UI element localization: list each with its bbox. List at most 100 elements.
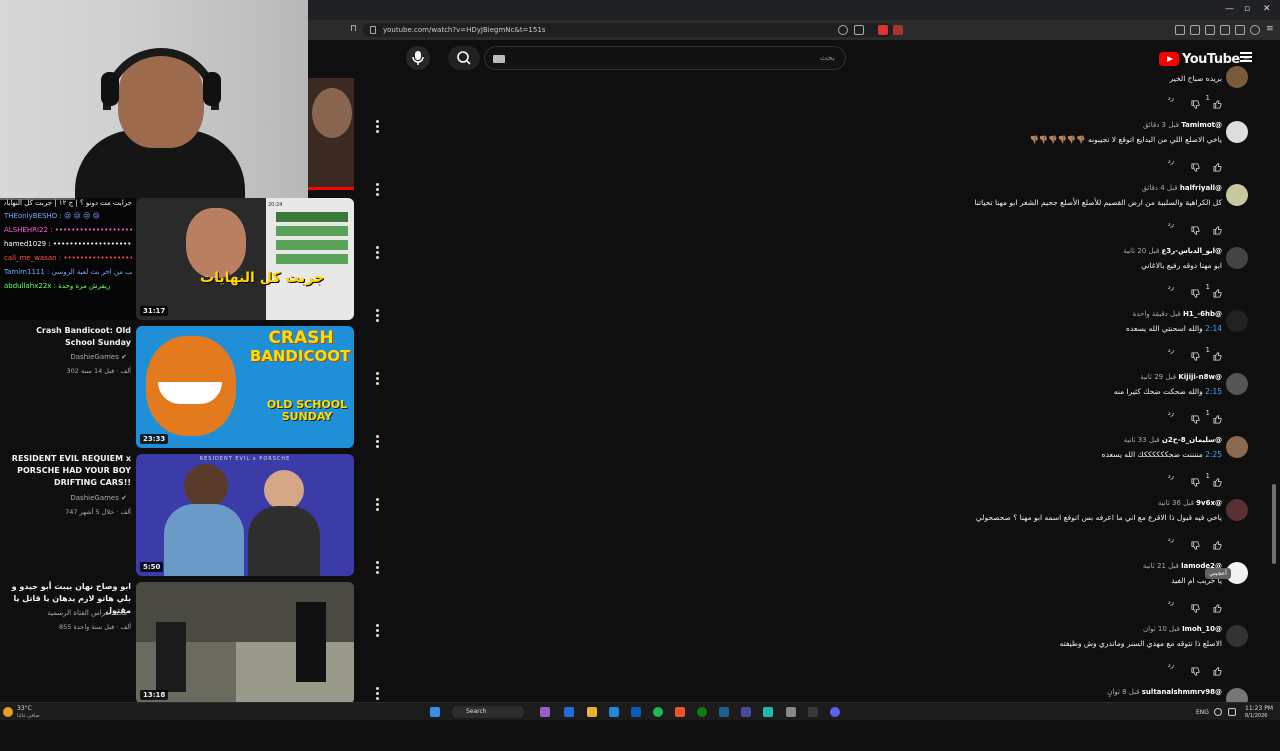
- more-actions-icon[interactable]: [376, 183, 379, 198]
- dislike-button[interactable]: [1191, 220, 1200, 235]
- dislike-button[interactable]: [1191, 157, 1200, 172]
- steam-icon[interactable]: [719, 707, 729, 717]
- brave-shield-icon[interactable]: [878, 25, 888, 35]
- comment-time[interactable]: قبل 20 ثانية: [1123, 247, 1159, 255]
- reply-button[interactable]: رد: [1168, 535, 1175, 543]
- weather-icon[interactable]: [3, 707, 13, 717]
- comment-author[interactable]: @halfriyall: [1180, 184, 1222, 192]
- comment-time[interactable]: قبل دقيقة واحدة: [1133, 310, 1181, 318]
- reply-button[interactable]: رد: [1168, 598, 1175, 606]
- maximize-icon[interactable]: ▫: [1244, 4, 1250, 14]
- reply-button[interactable]: رد: [1168, 157, 1175, 165]
- wifi-icon[interactable]: [1214, 708, 1222, 716]
- avatar[interactable]: [1226, 184, 1248, 206]
- obs-icon[interactable]: [808, 707, 818, 717]
- app-icon[interactable]: [786, 707, 796, 717]
- store-icon[interactable]: [631, 707, 641, 717]
- cast-icon[interactable]: [854, 25, 864, 35]
- close-icon[interactable]: ✕: [1263, 4, 1271, 14]
- reply-button[interactable]: رد: [1168, 283, 1175, 291]
- video-thumbnail-partial[interactable]: [308, 78, 354, 190]
- reply-button[interactable]: رد: [1168, 346, 1175, 354]
- avatar[interactable]: [1226, 121, 1248, 143]
- comment-time[interactable]: قبل 21 ثانية: [1143, 562, 1179, 570]
- more-actions-icon[interactable]: [376, 561, 379, 576]
- reply-button[interactable]: رد: [1168, 220, 1175, 228]
- video-title[interactable]: Crash Bandicoot: Old School Sunday: [4, 325, 131, 349]
- reply-button[interactable]: رد: [1168, 409, 1175, 417]
- like-button[interactable]: [1213, 409, 1222, 424]
- comment-author[interactable]: @H1_-6hb: [1183, 310, 1222, 318]
- xbox-icon[interactable]: [697, 707, 707, 717]
- like-button[interactable]: [1213, 346, 1222, 361]
- comment-author[interactable]: @سليمان_8-ح2ن: [1162, 436, 1222, 444]
- download-icon[interactable]: [1220, 25, 1230, 35]
- clock-date[interactable]: 8/1/2026: [1245, 713, 1267, 719]
- comment-timestamp-link[interactable]: 2:14: [1205, 324, 1222, 333]
- dislike-button[interactable]: [1191, 283, 1200, 298]
- avatar[interactable]: [1226, 373, 1248, 395]
- discord-icon[interactable]: [830, 707, 840, 717]
- app-icon[interactable]: [741, 707, 751, 717]
- like-button[interactable]: [1213, 157, 1222, 172]
- comment-author[interactable]: @Kijiji-n8w: [1178, 373, 1222, 381]
- more-actions-icon[interactable]: [376, 246, 379, 261]
- profile-icon[interactable]: [1250, 25, 1260, 35]
- volume-icon[interactable]: [1228, 708, 1236, 716]
- zoom-icon[interactable]: [838, 25, 848, 35]
- site-info-icon[interactable]: [370, 26, 376, 34]
- comment-author[interactable]: @Imoh_10: [1182, 625, 1222, 633]
- channel-name[interactable]: محمد فراس الفتاة الرسمية: [4, 609, 127, 617]
- like-button[interactable]: [1213, 598, 1222, 613]
- dislike-button[interactable]: [1191, 535, 1200, 550]
- video-thumbnail-gta[interactable]: 20:24 جربت كل النهايات 31:17: [136, 198, 354, 320]
- scrollbar-thumb[interactable]: [1272, 484, 1276, 564]
- like-button[interactable]: [1213, 220, 1222, 235]
- comment-time[interactable]: قبل 10 ثوان: [1143, 625, 1180, 633]
- channel-name[interactable]: DashieGames ✔: [4, 353, 127, 361]
- comment-time[interactable]: قبل 4 دقائق: [1142, 184, 1178, 192]
- dislike-button[interactable]: [1191, 472, 1200, 487]
- file-explorer-icon[interactable]: [587, 707, 597, 717]
- edge-icon[interactable]: [609, 707, 619, 717]
- vpn-icon[interactable]: [1235, 25, 1245, 35]
- avatar[interactable]: [1226, 499, 1248, 521]
- avatar[interactable]: [1226, 247, 1248, 269]
- avatar[interactable]: [1226, 310, 1248, 332]
- like-button[interactable]: [1213, 283, 1222, 298]
- bookmark-icon[interactable]: ⊓: [350, 24, 357, 34]
- reply-button[interactable]: رد: [1168, 661, 1175, 669]
- brave-icon[interactable]: [675, 707, 685, 717]
- comment-author[interactable]: @sultanalshmmrv98: [1142, 688, 1222, 696]
- more-actions-icon[interactable]: [376, 687, 379, 702]
- dislike-button[interactable]: [1191, 346, 1200, 361]
- wallet-icon[interactable]: [1205, 25, 1215, 35]
- guide-menu-icon[interactable]: [1240, 52, 1252, 62]
- comment-time[interactable]: قبل 29 ثانية: [1140, 373, 1176, 381]
- video-thumbnail-crash[interactable]: CRASH BANDICOOT OLD SCHOOL SUNDAY 23:33: [136, 326, 354, 448]
- spotify-icon[interactable]: [653, 707, 663, 717]
- windows-start-icon[interactable]: [430, 707, 440, 717]
- dislike-button[interactable]: [1191, 661, 1200, 676]
- more-actions-icon[interactable]: [376, 435, 379, 450]
- app-icon[interactable]: [763, 707, 773, 717]
- video-thumbnail-resident-evil[interactable]: RESIDENT EVIL x PORSCHE 5:50: [136, 454, 354, 576]
- comment-author[interactable]: @9v6x: [1196, 499, 1222, 507]
- comment-time[interactable]: قبل 33 ثانية: [1124, 436, 1160, 444]
- video-title[interactable]: RESIDENT EVIL REQUIEM x PORSCHE HAD YOUR…: [4, 453, 131, 489]
- more-actions-icon[interactable]: [376, 120, 379, 135]
- dislike-button[interactable]: [1191, 94, 1200, 109]
- comment-author[interactable]: @ابو_الدباس-ر3ع: [1161, 247, 1222, 255]
- comment-time[interactable]: قبل 8 ثوانٍ: [1107, 688, 1139, 696]
- avatar[interactable]: [1226, 436, 1248, 458]
- clock-time[interactable]: 11:23 PM: [1245, 705, 1273, 712]
- comment-timestamp-link[interactable]: 2:25: [1205, 450, 1222, 459]
- dislike-button[interactable]: [1191, 409, 1200, 424]
- reply-button[interactable]: رد: [1168, 472, 1175, 480]
- comment-time[interactable]: قبل 36 ثانية: [1158, 499, 1194, 507]
- taskbar-search[interactable]: Search: [452, 706, 524, 718]
- minimize-icon[interactable]: —: [1225, 4, 1234, 14]
- avatar[interactable]: [1226, 625, 1248, 647]
- avatar[interactable]: [1226, 66, 1248, 88]
- more-actions-icon[interactable]: [376, 309, 379, 324]
